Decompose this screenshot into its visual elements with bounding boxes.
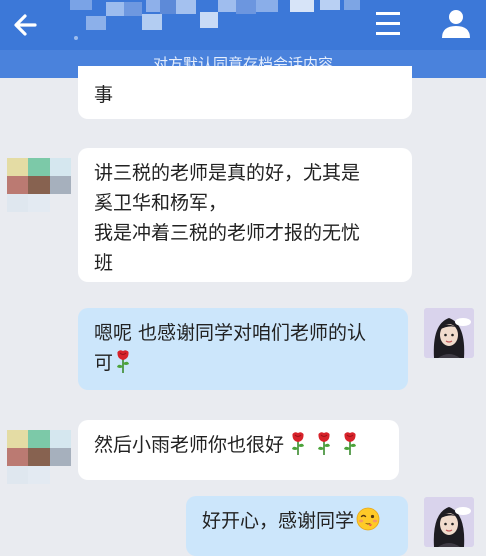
user-profile-icon[interactable] [438,6,474,42]
message-line: 嗯呢 也感谢同学对咱们老师的认 [94,322,367,344]
sender-avatar[interactable] [7,412,71,484]
message-bubble-incoming[interactable]: 讲三税的老师是真的好，尤其是 奚卫华和杨军， 我是冲着三税的老师才报的无忧 班 [78,148,412,282]
wink-emoji-icon [356,507,380,531]
message-line: 好开心，感谢同学 [202,510,355,532]
rose-emoji-icon [344,432,357,455]
message-bubble-outgoing[interactable]: 嗯呢 也感谢同学对咱们老师的认 可 [78,308,408,390]
menu-icon[interactable] [370,8,406,40]
rose-emoji-icon [117,350,130,373]
message-line: 班 [94,252,114,274]
my-avatar[interactable] [424,497,474,547]
message-line: 事 [94,84,114,106]
message-bubble-outgoing[interactable]: 好开心，感谢同学 [186,496,408,556]
message-bubble-incoming[interactable]: 事 [78,66,412,119]
message-line: 我是冲着三税的老师才报的无忧 [94,222,361,244]
rose-emoji-icon [292,432,305,455]
girl-avatar-icon [424,308,474,358]
message-line: 然后小雨老师你也很好 [94,434,285,456]
message-line: 可 [94,352,114,374]
pixelated-chat-title [70,0,360,40]
message-bubble-incoming[interactable]: 然后小雨老师你也很好 [78,420,399,480]
back-arrow-icon[interactable] [8,5,48,45]
top-bar [0,0,486,50]
message-line: 讲三税的老师是真的好，尤其是 [94,162,361,184]
message-line: 奚卫华和杨军， [94,192,228,214]
my-avatar[interactable] [424,308,474,358]
rose-emoji-icon [318,432,331,455]
sender-avatar[interactable] [7,140,71,212]
girl-avatar-icon [424,497,474,547]
